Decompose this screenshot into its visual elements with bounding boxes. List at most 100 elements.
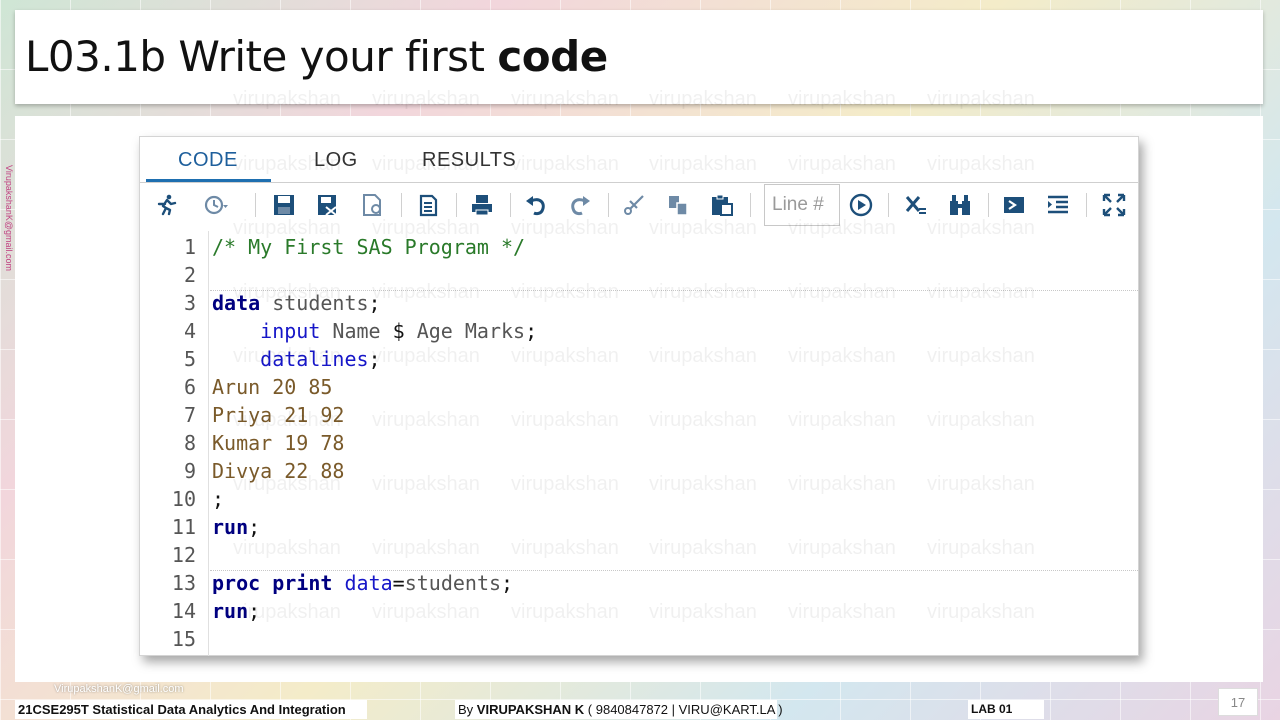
editor-toolbar xyxy=(140,183,1138,227)
line-number: 7 xyxy=(183,403,196,427)
code-token: data xyxy=(344,571,393,595)
code-token: input xyxy=(260,319,321,343)
code-line[interactable]: 12 xyxy=(140,541,1138,569)
code-line[interactable]: 14 run; xyxy=(140,597,1138,625)
code-area[interactable]: 1 /* My First SAS Program */ 2 3 data studen… xyxy=(140,231,1138,656)
line-number: 5 xyxy=(183,347,196,371)
code-token: Age Marks xyxy=(404,319,526,343)
code-line[interactable]: 11 run; xyxy=(140,513,1138,541)
slide-title-prefix: L03.1b Write your first xyxy=(25,32,498,81)
code-line[interactable]: 10; xyxy=(140,485,1138,513)
cut-icon[interactable] xyxy=(620,191,648,219)
line-number: 13 xyxy=(171,571,196,595)
code-text: proc print data=students; xyxy=(212,569,513,597)
redo-icon[interactable] xyxy=(566,191,594,219)
code-token: /* My First SAS Program */ xyxy=(212,235,526,259)
paste-icon[interactable] xyxy=(708,191,736,219)
code-text: ; xyxy=(212,485,224,513)
line-number: 3 xyxy=(183,291,196,315)
code-token: ; xyxy=(248,515,261,539)
copy-icon[interactable] xyxy=(664,191,692,219)
line-number: 4 xyxy=(183,319,196,343)
tab-log[interactable]: LOG xyxy=(314,149,358,172)
format-icon[interactable] xyxy=(1044,191,1072,219)
code-text: datalines; xyxy=(212,345,381,373)
editor-tabs: CODE LOG RESULTS xyxy=(140,137,1138,183)
code-text: run; xyxy=(212,597,260,625)
copy-program-icon[interactable] xyxy=(414,191,442,219)
code-text: run; xyxy=(212,513,260,541)
code-token: Priya 21 92 xyxy=(212,403,345,427)
code-token: ; xyxy=(501,571,514,595)
code-text: Divya 22 88 xyxy=(212,457,344,485)
print-icon[interactable] xyxy=(468,191,496,219)
line-number-input[interactable] xyxy=(764,184,840,226)
history-icon[interactable] xyxy=(202,191,230,219)
code-token: students xyxy=(404,571,502,595)
code-token: ; xyxy=(525,319,538,343)
line-number: 1 xyxy=(183,235,196,259)
code-text: Priya 21 92 xyxy=(212,401,344,429)
footer-email: VirupakshanK@gmail.com xyxy=(54,683,184,695)
indent-icon[interactable] xyxy=(1000,191,1028,219)
code-token: ; xyxy=(368,347,381,371)
code-text: /* My First SAS Program */ xyxy=(212,233,525,261)
code-token: Divya 22 88 xyxy=(212,459,345,483)
code-token: run xyxy=(212,515,249,539)
code-token: = xyxy=(392,571,405,595)
line-number: 8 xyxy=(183,431,196,455)
slide-title-bold: code xyxy=(497,32,608,81)
code-line[interactable]: 15 xyxy=(140,625,1138,653)
active-tab-indicator xyxy=(146,179,271,182)
find-icon[interactable] xyxy=(946,191,974,219)
open-icon[interactable] xyxy=(359,191,387,219)
maximize-icon[interactable] xyxy=(1100,191,1128,219)
footer-course: 21CSE295T Statistical Data Analytics And… xyxy=(15,700,367,719)
code-token: run xyxy=(212,599,249,623)
code-line[interactable]: 5 datalines; xyxy=(140,345,1138,373)
code-token: print xyxy=(272,571,333,595)
go-icon[interactable] xyxy=(847,191,875,219)
code-line[interactable]: 1 /* My First SAS Program */ xyxy=(140,233,1138,261)
code-token: datalines xyxy=(260,347,369,371)
undo-icon[interactable] xyxy=(522,191,550,219)
footer-author: By VIRUPAKSHAN K ( 9840847872 | VIRU@KAR… xyxy=(455,700,783,719)
code-token: data xyxy=(212,291,261,315)
line-number: 14 xyxy=(171,599,196,623)
author-name: VIRUPAKSHAN K xyxy=(476,702,585,717)
code-token: students xyxy=(260,291,369,315)
code-token: Kumar 19 78 xyxy=(212,431,345,455)
save-icon[interactable] xyxy=(270,191,298,219)
code-token: Name xyxy=(320,319,393,343)
code-token: Arun 20 85 xyxy=(212,375,333,399)
code-line[interactable]: 6 Arun 20 85 xyxy=(140,373,1138,401)
line-number: 12 xyxy=(171,543,196,567)
line-number: 10 xyxy=(171,487,196,511)
code-line[interactable]: 13 proc print data=students; xyxy=(140,569,1138,597)
tab-code[interactable]: CODE xyxy=(178,149,238,172)
code-text: input Name $ Age Marks; xyxy=(212,317,537,345)
line-number: 6 xyxy=(183,375,196,399)
code-line[interactable]: 9 Divya 22 88 xyxy=(140,457,1138,485)
line-number: 15 xyxy=(171,627,196,651)
code-token: ; xyxy=(212,487,225,511)
save-as-icon[interactable] xyxy=(314,191,342,219)
code-line[interactable]: 3 data students; xyxy=(140,289,1138,317)
code-line[interactable]: 7 Priya 21 92 xyxy=(140,401,1138,429)
code-line[interactable]: 4 input Name $ Age Marks; xyxy=(140,317,1138,345)
code-token: $ xyxy=(392,319,405,343)
line-number: 2 xyxy=(183,263,196,287)
code-token: ; xyxy=(368,291,381,315)
clear-icon[interactable] xyxy=(902,191,930,219)
code-line[interactable]: 2 xyxy=(140,261,1138,289)
code-line[interactable]: 8 Kumar 19 78 xyxy=(140,429,1138,457)
tab-results[interactable]: RESULTS xyxy=(422,149,516,172)
code-text: Kumar 19 78 xyxy=(212,429,344,457)
code-token: ; xyxy=(248,599,261,623)
run-icon[interactable] xyxy=(152,191,180,219)
code-token: proc xyxy=(212,571,261,595)
